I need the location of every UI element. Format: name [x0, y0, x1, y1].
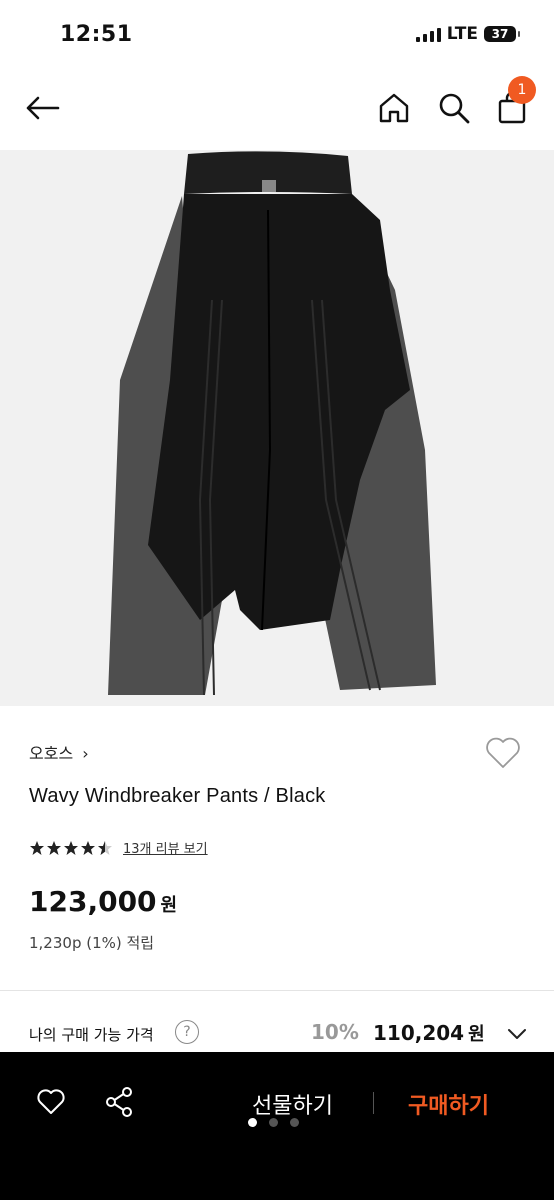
home-button[interactable] [372, 86, 416, 130]
review-link[interactable]: 13개 리뷰 보기 [123, 838, 208, 857]
back-button[interactable] [20, 86, 64, 130]
discounted-price-value: 110,204 [373, 1021, 465, 1045]
price-unit: 원 [160, 895, 178, 916]
star-icon [64, 840, 78, 855]
bottom-action-bar: 선물하기 구매하기 [0, 1052, 554, 1200]
carousel-dot [269, 1118, 278, 1127]
carousel-dot [290, 1118, 299, 1127]
discounted-price: 110,204 원 [373, 1020, 485, 1046]
back-arrow-icon [26, 96, 60, 120]
status-indicators: LTE 37 [415, 24, 520, 44]
carousel-dot [248, 1118, 257, 1127]
chevron-down-icon[interactable] [505, 1022, 529, 1046]
battery-icon: 37 [484, 26, 520, 42]
my-price-row[interactable]: 나의 구매 가능 가격 ? 10% 110,204 원 [29, 1020, 529, 1050]
top-nav: 1 [0, 70, 554, 150]
search-icon [439, 93, 470, 124]
product-price: 123,000 원 [29, 885, 177, 918]
pants-image [108, 151, 436, 696]
product-name: Wavy Windbreaker Pants / Black [29, 785, 326, 807]
heart-icon [486, 737, 520, 768]
discounted-price-unit: 원 [468, 1024, 485, 1045]
heart-icon [37, 1089, 65, 1114]
cart-button[interactable]: 1 [490, 76, 536, 130]
carousel-dots [248, 1118, 299, 1127]
status-time: 12:51 [60, 22, 133, 47]
rating-row: 13개 리뷰 보기 [29, 838, 208, 857]
star-icon [81, 840, 95, 855]
cart-badge: 1 [508, 76, 536, 104]
home-icon [379, 93, 409, 123]
wishlist-button[interactable] [484, 736, 522, 774]
network-type: LTE [446, 24, 478, 44]
share-button[interactable] [104, 1086, 134, 1122]
discount-rate: 10% [311, 1020, 359, 1044]
buy-button[interactable]: 구매하기 [408, 1088, 489, 1120]
price-value: 123,000 [29, 885, 157, 918]
status-bar: 12:51 LTE 37 [0, 0, 554, 70]
divider [0, 990, 554, 991]
search-button[interactable] [432, 86, 476, 130]
my-price-label: 나의 구매 가능 가격 [29, 1026, 154, 1044]
divider [373, 1092, 374, 1114]
chevron-right-icon: › [82, 744, 89, 763]
question-icon[interactable]: ? [175, 1020, 199, 1044]
signal-icon [415, 26, 441, 42]
share-icon [106, 1087, 132, 1117]
product-image[interactable] [0, 150, 554, 706]
brand-name: 오호스 [29, 744, 74, 763]
rating-stars [29, 840, 113, 856]
bottom-wishlist-button[interactable] [36, 1088, 66, 1120]
star-half-icon [98, 840, 112, 855]
points-info: 1,230p (1%) 적립 [29, 934, 155, 952]
star-icon [30, 840, 44, 855]
gift-button[interactable]: 선물하기 [252, 1088, 333, 1120]
brand-link[interactable]: 오호스 › [29, 740, 89, 764]
star-icon [47, 840, 61, 855]
